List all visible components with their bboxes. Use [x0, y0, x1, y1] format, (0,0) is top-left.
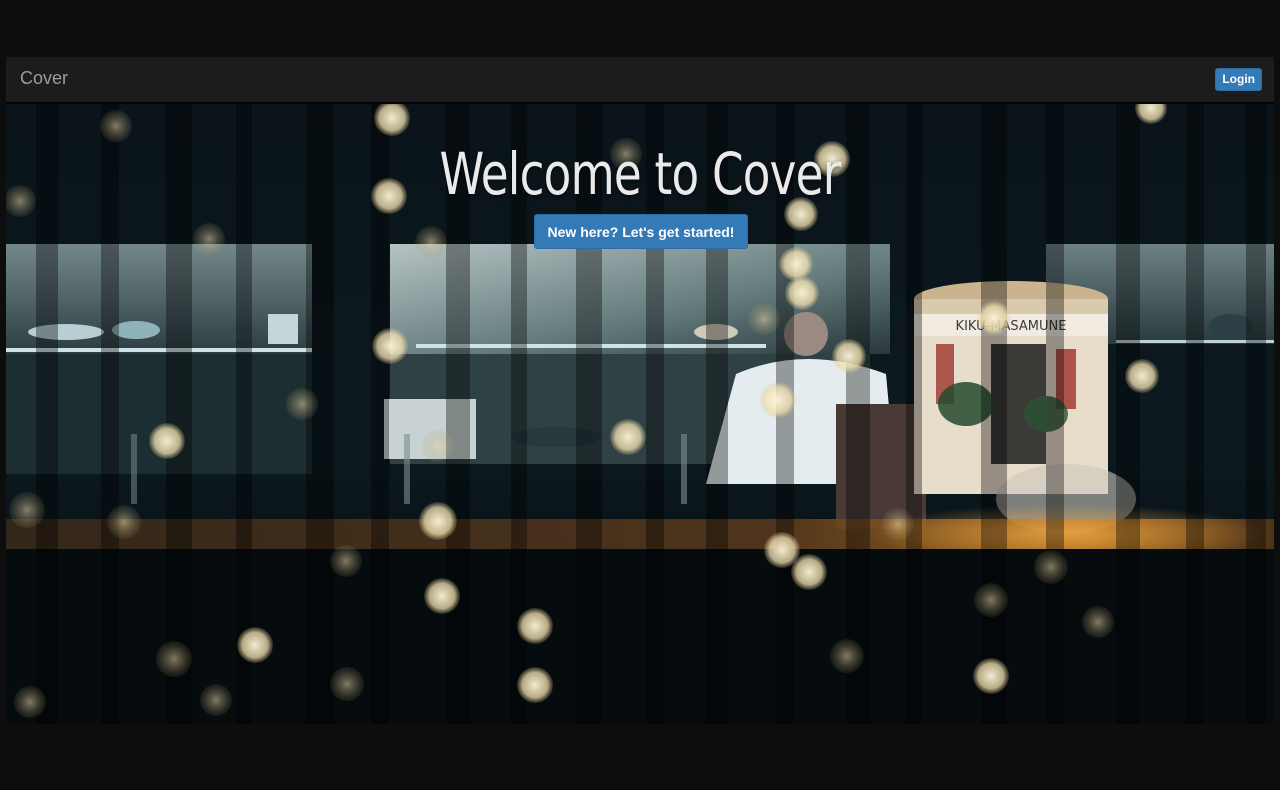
get-started-button[interactable]: New here? Let's get started!	[534, 214, 748, 249]
hero-section: KIKU-MASAMUNE Welcome to Cover New here?…	[6, 104, 1274, 724]
login-button[interactable]: Login	[1215, 68, 1262, 91]
page-frame: Cover Login KIKU-MASAMUNE Welcome to Cov…	[6, 57, 1274, 724]
top-navbar: Cover Login	[6, 57, 1274, 103]
brand-link[interactable]: Cover	[20, 68, 68, 89]
hero-title: Welcome to Cover	[439, 140, 841, 208]
